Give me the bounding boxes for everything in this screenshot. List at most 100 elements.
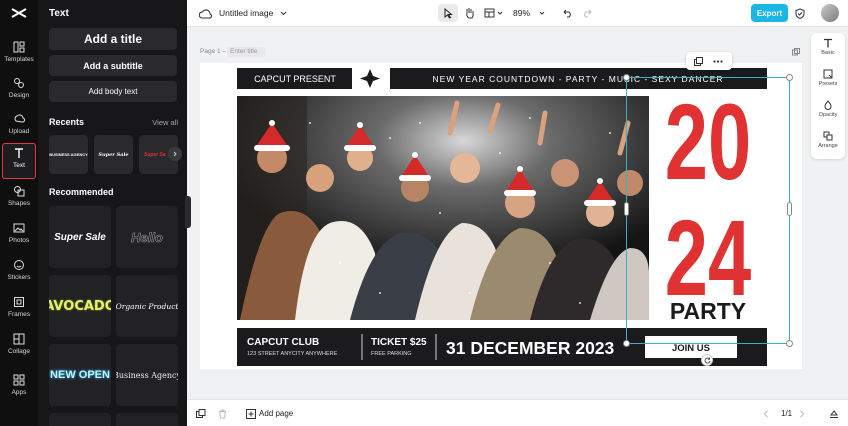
zoom-level[interactable]: 89% [513,8,530,18]
rail-design[interactable]: Design [0,74,38,108]
club-address: 123 STREET ANYCITY ANYWHERE [247,351,338,357]
expand-panel-icon[interactable] [828,408,839,419]
add-title-button[interactable]: Add a title [49,28,177,50]
undo-icon [563,9,571,18]
recommended-text-style[interactable]: Organic Product [116,275,178,337]
redo-icon [584,9,592,18]
rail-label: Design [8,92,30,99]
rail-label: Upload [8,128,30,135]
avatar[interactable] [821,4,839,22]
add-body-text-button[interactable]: Add body text [49,81,177,102]
recent-text-style[interactable]: Super Sale [94,135,133,174]
duplicate-page-icon[interactable] [791,47,801,57]
hand-tool-button[interactable] [461,5,477,21]
rail-templates[interactable]: Templates [0,38,38,72]
shield-icon[interactable] [793,6,807,20]
templates-icon [13,41,25,53]
recent-text-style[interactable]: BUSINESS AGENCY [49,135,88,174]
cursor-icon [444,7,453,19]
resize-handle[interactable] [786,74,793,81]
export-button[interactable]: Export [751,4,788,22]
rail-apps[interactable]: Apps [0,371,38,405]
frames-icon [14,297,24,307]
duplicate-icon[interactable] [692,55,704,67]
page-counter: 1/1 [781,409,793,418]
selection-box[interactable] [626,77,790,344]
add-page-icon[interactable] [245,408,256,419]
select-tool-button[interactable] [438,4,458,22]
layout-menu-button[interactable] [482,5,496,21]
resize-handle[interactable] [623,340,630,347]
capcut-logo-icon[interactable] [10,6,28,20]
tool-basic[interactable]: Basic [811,35,845,65]
parking-note: FREE PARKING [371,351,412,357]
recommended-text-style[interactable]: NEW OPEN [49,344,111,406]
rotate-icon [704,357,710,364]
club-name: CAPCUT CLUB [247,337,319,348]
layers-icon[interactable] [195,408,206,419]
more-options-icon[interactable] [711,55,725,67]
cloud-save-icon[interactable] [198,7,212,21]
shapes-icon [14,186,25,197]
resize-handle[interactable] [786,340,793,347]
chevron-right-icon [173,151,177,157]
rotate-handle[interactable] [701,354,713,366]
top-toolbar: Untitled image 89% Export [187,0,848,27]
prev-page-icon[interactable] [761,408,771,419]
page-label: Page 1 – [200,48,227,55]
rail-stickers[interactable]: Stickers [0,256,38,290]
undo-button[interactable] [561,6,575,20]
tool-presets[interactable]: Presets [811,66,845,96]
resize-handle[interactable] [624,202,629,216]
layout-icon [484,8,494,18]
rail-label: Templates [4,56,34,63]
document-title[interactable]: Untitled image [219,8,273,18]
rail-upload[interactable]: Upload [0,110,38,144]
collapse-panel-handle[interactable] [185,196,191,228]
hand-icon [465,8,474,19]
collage-icon [13,333,25,345]
view-all-link[interactable]: View all [152,118,178,127]
arrange-icon [823,131,833,141]
redo-button[interactable] [580,6,594,20]
chevron-down-icon[interactable] [496,9,503,17]
recommended-text-style[interactable]: AVOCADO [49,275,111,337]
recommended-text-style[interactable]: Business Agency [116,344,178,406]
presets-icon [823,69,833,79]
recommended-text-style[interactable] [49,413,111,426]
add-page-button[interactable]: Add page [259,409,293,418]
page-title-input[interactable]: Enter title [227,47,265,57]
chevron-down-icon[interactable] [538,9,545,17]
next-page-icon[interactable] [797,408,807,419]
rail-label: Photos [8,237,30,244]
party-photo [237,96,649,320]
rail-frames[interactable]: Frames [0,293,38,327]
recents-heading: Recents [49,117,85,127]
rail-photos[interactable]: Photos [0,219,38,253]
text-icon [15,148,23,158]
rail-label: Apps [11,389,27,396]
add-subtitle-button[interactable]: Add a subtitle [49,55,177,76]
rail-text[interactable]: Text [2,143,36,179]
tool-arrange[interactable]: Arrange [811,128,845,158]
floating-element-toolbar [686,52,732,70]
bottom-bar: Add page 1/1 [187,399,848,426]
resize-handle[interactable] [787,202,792,216]
recommended-text-style[interactable] [116,413,178,426]
rail-label: Shapes [7,200,31,207]
rail-shapes[interactable]: Shapes [0,182,38,216]
tool-opacity[interactable]: Opacity [811,97,845,127]
trash-icon[interactable] [217,408,228,419]
rail-label: Stickers [7,274,31,281]
text-icon [824,38,832,48]
recommended-heading: Recommended [49,187,114,197]
tool-label: Presets [818,81,838,87]
poster-left-header: CAPCUT PRESENT [254,74,336,84]
resize-handle[interactable] [623,74,630,81]
rail-collage[interactable]: Collage [0,330,38,364]
join-us-label: JOIN US [672,343,710,354]
recents-next-button[interactable] [168,147,182,161]
chevron-down-icon[interactable] [279,9,287,17]
recommended-text-style[interactable]: Super Sale [49,206,111,268]
recommended-text-style[interactable]: Hello [116,206,178,268]
